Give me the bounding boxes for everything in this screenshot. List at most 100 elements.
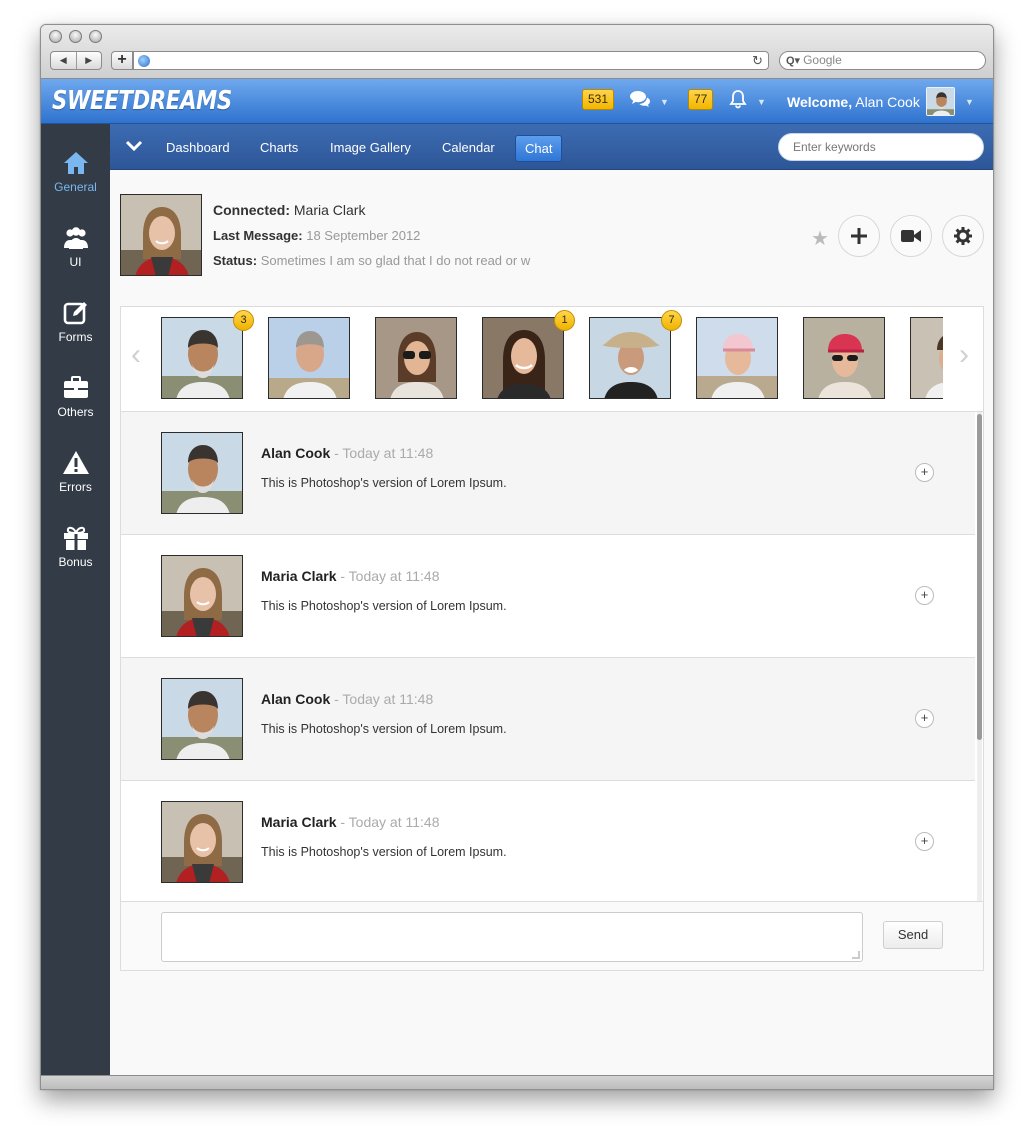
browser-search-input[interactable]: Q▾ Google (779, 51, 986, 70)
connected-name: Maria Clark (293, 202, 366, 218)
contact-thumb[interactable] (696, 317, 778, 399)
message-scrollbar[interactable] (977, 412, 982, 901)
chevron-right-icon[interactable]: › (959, 340, 969, 370)
zoom-window-button[interactable] (89, 30, 102, 43)
message-author: Maria Clark - Today at 11:48 (261, 814, 439, 830)
contact-thumb[interactable] (161, 317, 243, 399)
sidebar-item-others[interactable]: Others (41, 374, 110, 419)
sidebar-item-label: Others (57, 405, 94, 419)
browser-chrome: ◀ ▶ + ↻ Q▾ Google (41, 25, 993, 79)
contact-thumb[interactable] (589, 317, 671, 399)
chevron-down-icon[interactable] (124, 136, 144, 156)
sidebar-item-ui[interactable]: UI (41, 224, 110, 269)
contacts-carousel: ‹ 3 1 7 › (121, 307, 983, 412)
message-time: - Today at 11:48 (334, 445, 434, 461)
message-action-button[interactable]: + (915, 709, 934, 728)
nav-chat[interactable]: Chat (515, 135, 563, 162)
last-message-label: Last Message: (213, 228, 303, 243)
browser-search-placeholder: Google (803, 53, 842, 67)
close-window-button[interactable] (49, 30, 62, 43)
gear-icon (954, 227, 972, 245)
sidebar-item-errors[interactable]: Errors (41, 449, 110, 494)
chevron-down-icon[interactable]: ▼ (757, 91, 766, 113)
messages-count-badge[interactable]: 531 (582, 89, 615, 110)
sidebar: General UI Forms Others Errors Bonus (41, 124, 110, 1075)
history-buttons: ◀ ▶ (50, 51, 102, 70)
sidebar-item-general[interactable]: General (41, 149, 110, 194)
bell-icon[interactable] (728, 89, 748, 114)
nav-image-gallery[interactable]: Image Gallery (330, 140, 411, 155)
chat-bubbles-icon[interactable] (629, 89, 651, 114)
minimize-window-button[interactable] (69, 30, 82, 43)
contact-thumb[interactable] (268, 317, 350, 399)
chat-page: Connected: Maria Clark Last Message: 18 … (110, 170, 993, 1075)
contact-thumb[interactable] (803, 317, 885, 399)
message-author: Alan Cook - Today at 11:48 (261, 445, 433, 461)
connected-user-avatar (120, 194, 202, 276)
unread-badge: 7 (661, 310, 682, 331)
sidebar-item-forms[interactable]: Forms (41, 299, 110, 344)
message-author: Maria Clark - Today at 11:48 (261, 568, 439, 584)
sidebar-item-label: UI (69, 255, 82, 269)
welcome-label: Welcome, (787, 94, 853, 110)
compose-area: Send (121, 901, 983, 970)
sidebar-item-label: Bonus (58, 555, 93, 569)
forward-button[interactable]: ▶ (77, 52, 102, 69)
status-line: Status: Sometimes I am so glad that I do… (213, 253, 530, 268)
send-button[interactable]: Send (883, 921, 943, 949)
nav-dashboard[interactable]: Dashboard (166, 140, 230, 155)
browser-status-bar (41, 1075, 993, 1089)
user-avatar[interactable] (926, 87, 955, 116)
resize-handle-icon[interactable] (852, 951, 860, 959)
reload-icon[interactable]: ↻ (752, 52, 763, 69)
message-author-name: Maria Clark (261, 568, 337, 584)
sidebar-item-label: General (54, 180, 97, 194)
connected-line: Connected: Maria Clark (213, 202, 365, 218)
message-row: Alan Cook - Today at 11:48 This is Photo… (121, 658, 975, 781)
message-author-name: Maria Clark (261, 814, 337, 830)
contacts-strip (161, 317, 943, 401)
message-avatar (161, 432, 243, 514)
message-row: Maria Clark - Today at 11:48 This is Pho… (121, 781, 975, 901)
user-name[interactable]: Alan Cook (855, 94, 920, 110)
message-text: This is Photoshop's version of Lorem Ips… (261, 599, 507, 613)
globe-icon (138, 55, 150, 67)
video-call-button[interactable] (890, 215, 932, 257)
keyword-search-placeholder: Enter keywords (793, 140, 876, 154)
chat-settings-button[interactable] (942, 215, 984, 257)
sidebar-item-bonus[interactable]: Bonus (41, 524, 110, 569)
chevron-down-icon[interactable]: ▼ (660, 91, 669, 113)
message-time: - Today at 11:48 (340, 568, 440, 584)
contact-thumb[interactable] (482, 317, 564, 399)
app-logo[interactable]: SWEETDREAMS (52, 86, 232, 116)
notifications-count-badge[interactable]: 77 (688, 89, 714, 110)
message-action-button[interactable]: + (915, 463, 934, 482)
message-text: This is Photoshop's version of Lorem Ips… (261, 845, 507, 859)
chevron-left-icon[interactable]: ‹ (131, 340, 141, 370)
star-icon[interactable]: ★ (811, 226, 829, 251)
message-action-button[interactable]: + (915, 832, 934, 851)
sidebar-item-label: Errors (59, 480, 92, 494)
new-tab-button[interactable]: + (111, 51, 133, 70)
video-camera-icon (901, 230, 921, 242)
message-time: - Today at 11:48 (334, 691, 434, 707)
nav-charts[interactable]: Charts (260, 140, 298, 155)
message-author: Alan Cook - Today at 11:48 (261, 691, 433, 707)
chevron-down-icon[interactable]: ▼ (965, 91, 974, 113)
welcome-text: Welcome, Alan Cook (787, 94, 920, 110)
sidebar-item-label: Forms (58, 330, 93, 344)
scrollbar-thumb[interactable] (977, 414, 982, 740)
add-contact-button[interactable] (838, 215, 880, 257)
keyword-search-input[interactable]: Enter keywords (778, 133, 984, 161)
nav-calendar[interactable]: Calendar (442, 140, 495, 155)
address-bar[interactable]: ↻ (133, 51, 769, 70)
connected-label: Connected: (213, 202, 290, 218)
message-action-button[interactable]: + (915, 586, 934, 605)
plus-icon (851, 228, 867, 244)
status-label: Status: (213, 253, 258, 268)
message-input[interactable] (161, 912, 863, 962)
contact-thumb[interactable] (375, 317, 457, 399)
back-button[interactable]: ◀ (51, 52, 77, 69)
contact-thumb[interactable] (910, 317, 943, 399)
edit-icon (63, 302, 87, 325)
